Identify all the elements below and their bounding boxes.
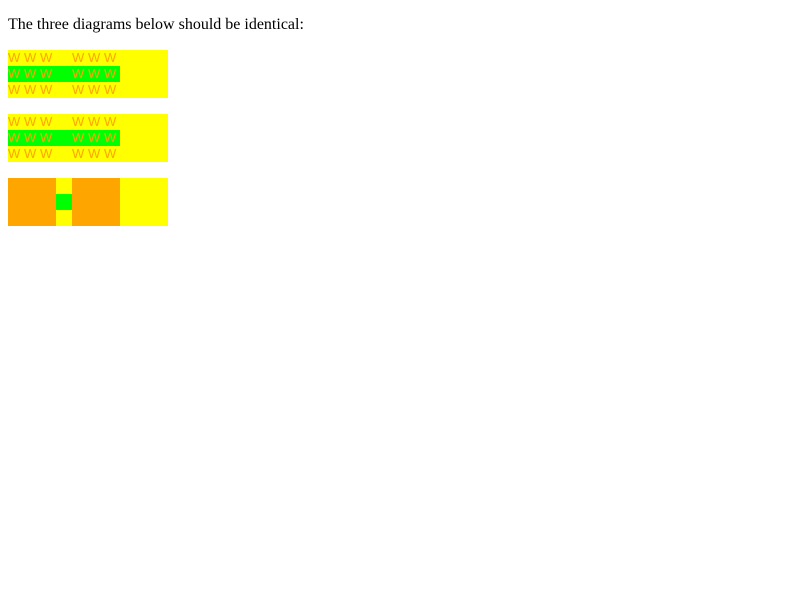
glyph: W — [104, 146, 117, 161]
glyph: W — [24, 66, 37, 81]
glyph: W — [24, 50, 37, 65]
glyph: W — [24, 130, 37, 145]
glyph: W — [104, 130, 117, 145]
glyph: W — [72, 66, 85, 81]
glyph: W — [8, 50, 21, 65]
glyph: W — [72, 130, 85, 145]
glyph: W — [40, 50, 53, 65]
glyph: W — [24, 146, 37, 161]
diagram-3-green-square — [56, 194, 72, 210]
glyph: W — [72, 114, 85, 129]
glyph: W — [88, 146, 101, 161]
intro-text: The three diagrams below should be ident… — [8, 16, 304, 33]
glyph: W — [104, 114, 117, 129]
glyph: W — [40, 114, 53, 129]
glyph: W — [88, 50, 101, 65]
glyph: W — [40, 146, 53, 161]
glyph: W — [8, 130, 21, 145]
glyph: W — [24, 82, 37, 97]
glyph: W — [40, 130, 53, 145]
diagram-2: W W W W W W W W W W W W W W W W W W — [8, 114, 168, 162]
glyph: W — [8, 66, 21, 81]
glyph: W — [104, 82, 117, 97]
diagram-3 — [8, 178, 168, 226]
glyph: W — [72, 82, 85, 97]
glyph: W — [72, 50, 85, 65]
glyph: W — [24, 114, 37, 129]
glyph: W — [40, 66, 53, 81]
diagram-1: W W W W W W W W W W W W W W W W W W — [8, 50, 168, 98]
glyph: W — [40, 82, 53, 97]
glyph: W — [104, 50, 117, 65]
glyph: W — [104, 66, 117, 81]
glyph: W — [72, 146, 85, 161]
glyph: W — [8, 146, 21, 161]
glyph: W — [8, 82, 21, 97]
glyph: W — [88, 130, 101, 145]
glyph: W — [88, 66, 101, 81]
diagram-3-orange-block-right — [72, 178, 120, 226]
glyph: W — [88, 114, 101, 129]
diagram-3-orange-block-left — [8, 178, 56, 226]
glyph: W — [8, 114, 21, 129]
glyph: W — [88, 82, 101, 97]
